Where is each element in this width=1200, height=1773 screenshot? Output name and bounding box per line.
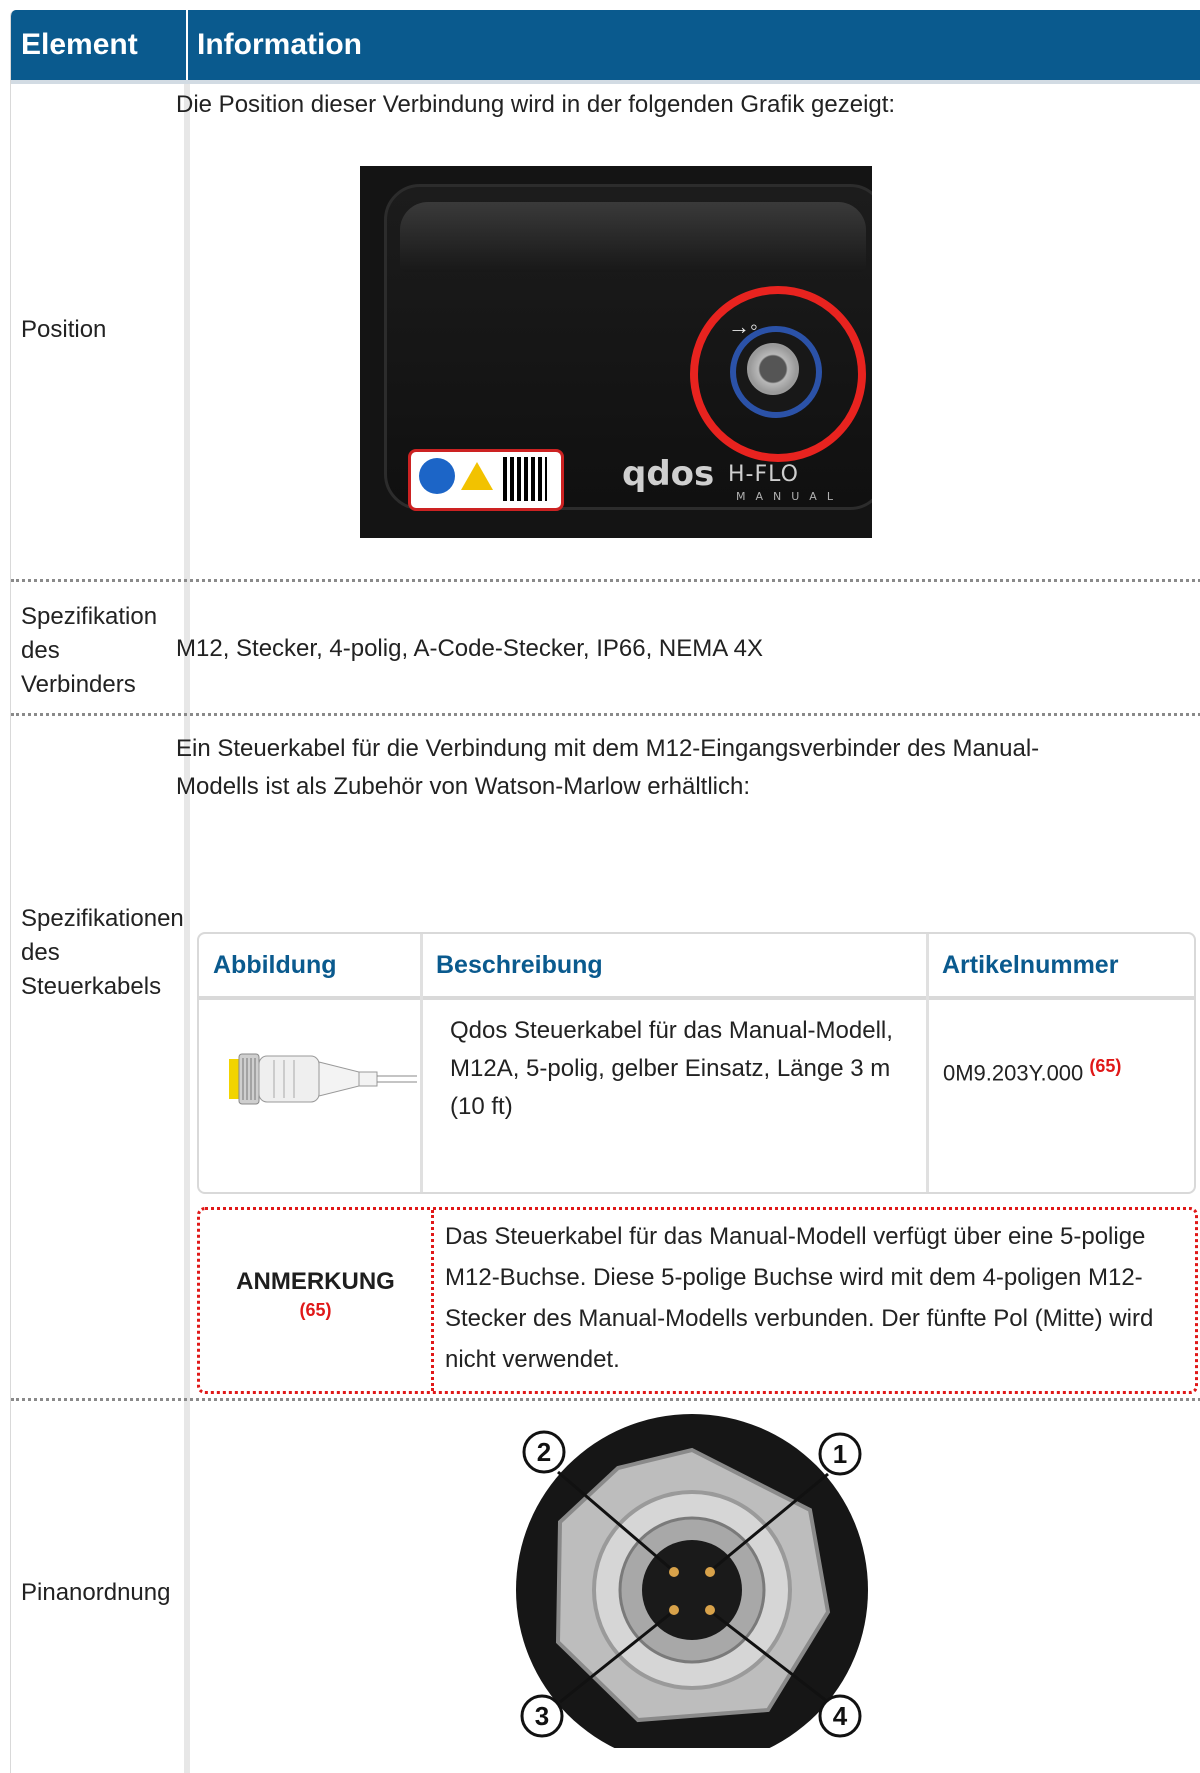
warning-icon xyxy=(461,462,493,490)
column-divider xyxy=(420,934,423,1192)
column-divider xyxy=(184,84,190,1773)
header-element: Element xyxy=(21,28,138,61)
row-divider xyxy=(11,1398,1200,1401)
row-label-cable-spec: Spezifikationen des Steuerkabels xyxy=(21,905,184,1000)
row-text-position: Die Position dieser Verbindung wird in d… xyxy=(176,91,896,118)
cable-icon xyxy=(229,1053,417,1105)
brand-variant: MANUAL xyxy=(736,490,843,503)
pin-number-4: 4 xyxy=(833,1701,848,1731)
row-text-cable-spec: Ein Steuerkabel für die Verbindung mit d… xyxy=(176,735,1040,800)
row-label-position: Position xyxy=(21,316,107,343)
table-header: Element Information xyxy=(11,10,1200,84)
pin-number-2: 2 xyxy=(537,1437,551,1467)
row-label-pin-layout: Pinanordnung xyxy=(21,1579,171,1606)
row-divider xyxy=(11,713,1200,716)
m12-connector xyxy=(747,343,799,395)
pump-photo: →◦ qdos H-FLO MANUAL xyxy=(350,158,882,548)
part-reference[interactable]: (65) xyxy=(1089,1056,1121,1076)
pin-number-3: 3 xyxy=(535,1701,549,1731)
column-divider xyxy=(926,934,929,1192)
brand-logo: qdos xyxy=(622,454,715,494)
brand-model: H-FLO xyxy=(728,462,799,487)
row-label-connector-spec: Spezifikation des Verbinders xyxy=(21,603,158,698)
row-text-connector-spec: M12, Stecker, 4-polig, A-Code-Stecker, I… xyxy=(176,635,763,662)
pin-layout-photo: 2 1 3 4 xyxy=(488,1412,896,1766)
cable-description: Qdos Steuerkabel für das Manual-Modell, … xyxy=(450,1017,893,1120)
header-image: Abbildung xyxy=(213,951,337,979)
cable-image xyxy=(219,1024,419,1134)
part-number: 0M9.203Y.000 xyxy=(943,1060,1084,1086)
note-title: ANMERKUNG xyxy=(236,1268,395,1295)
safety-sticker xyxy=(408,449,564,511)
row-divider xyxy=(11,579,1200,582)
part-number-cell: 0M9.203Y.000 (65) xyxy=(943,1056,1121,1086)
pin-layout-diagram: 2 1 3 4 xyxy=(516,1414,868,1766)
accessory-table-header: Abbildung Beschreibung Artikelnummer xyxy=(199,934,1194,1000)
header-part-number: Artikelnummer xyxy=(942,951,1119,979)
note-divider xyxy=(431,1210,434,1391)
pin-number-1: 1 xyxy=(833,1439,847,1469)
panel-lip xyxy=(400,202,866,272)
input-arrow-icon: →◦ xyxy=(728,314,758,339)
pump-panel: →◦ qdos H-FLO MANUAL xyxy=(360,166,872,538)
note-reference[interactable]: (65) xyxy=(200,1300,431,1321)
note-box: ANMERKUNG (65) Das Steuerkabel für das M… xyxy=(197,1207,1198,1394)
header-information: Information xyxy=(197,28,362,61)
accessory-table: Abbildung Beschreibung Artikelnummer Qdo… xyxy=(197,932,1196,1194)
header-divider xyxy=(186,10,188,80)
manual-icon xyxy=(419,458,455,494)
header-description: Beschreibung xyxy=(436,951,603,979)
document-page: Element Information Position Die Positio… xyxy=(0,0,1200,1773)
qr-code-icon xyxy=(503,457,547,501)
note-text: Das Steuerkabel für das Manual-Modell ve… xyxy=(445,1223,1154,1373)
